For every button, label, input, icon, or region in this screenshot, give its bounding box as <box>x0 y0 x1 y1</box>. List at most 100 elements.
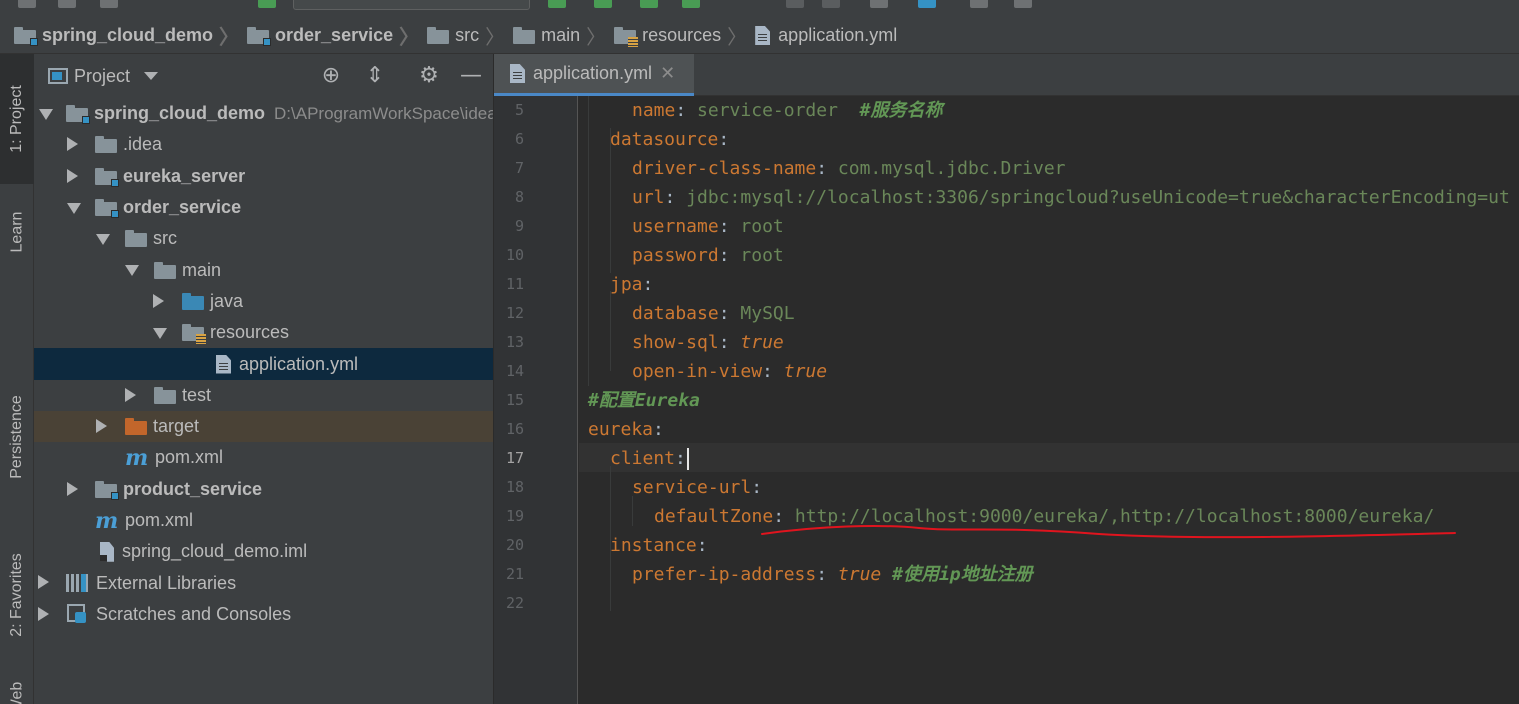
locate-icon[interactable]: ⊕ <box>320 65 342 87</box>
expand-arrow-icon[interactable] <box>96 418 107 433</box>
folder-icon <box>427 27 450 44</box>
code-line-16: eureka: <box>588 419 664 440</box>
line-number: 11 <box>505 275 524 293</box>
tree-item-scratches[interactable]: Scratches and Consoles <box>34 599 493 630</box>
tree-item-java[interactable]: java <box>34 286 493 317</box>
coverage-icon[interactable] <box>640 0 658 8</box>
main-toolbar <box>0 0 1519 18</box>
expand-arrow-icon[interactable] <box>67 202 81 214</box>
expand-arrow-icon[interactable] <box>67 168 78 183</box>
build-icon[interactable] <box>258 0 276 8</box>
expand-arrow-icon[interactable] <box>67 481 78 496</box>
tree-item-test[interactable]: test <box>34 380 493 411</box>
project-panel: Project ⊕ ⇕ ⚙ — spring_cloud_demo D:\APr… <box>34 54 494 704</box>
menu-icon[interactable] <box>18 0 36 8</box>
tree-item-pom-xml[interactable]: m pom.xml <box>34 442 493 473</box>
tab-application-yml[interactable]: application.yml ✕ <box>494 54 694 96</box>
run-icon[interactable] <box>548 0 566 8</box>
module-folder-icon <box>95 199 119 219</box>
line-number: 15 <box>505 391 524 409</box>
line-number-gutter: 5 6 7 8 9 10 11 12 13 14 15 16 17 18 19 … <box>494 96 578 704</box>
tree-item-root-pom-xml[interactable]: m pom.xml <box>34 505 493 536</box>
tree-item-main[interactable]: main <box>34 254 493 285</box>
folder-icon <box>95 136 117 154</box>
tree-item-idea[interactable]: .idea <box>34 129 493 160</box>
tree-item-product-service[interactable]: product_service <box>34 474 493 505</box>
code-line-10: password: root <box>632 245 784 266</box>
current-line-number: 17 <box>505 449 524 467</box>
line-number: 9 <box>514 217 524 235</box>
refresh-icon[interactable] <box>100 0 118 8</box>
tool-window-stripe: 1: Project Learn Persistence 2: Favorite… <box>0 54 34 704</box>
expand-arrow-icon[interactable] <box>38 606 49 621</box>
breadcrumb: spring_cloud_demo 〉 order_service 〉 src 〉 m… <box>0 18 1519 54</box>
expand-arrow-icon[interactable] <box>39 109 53 120</box>
expand-arrow-icon[interactable] <box>125 265 139 277</box>
breadcrumb-item-application-yml[interactable]: application.yml <box>755 18 897 54</box>
chevron-down-icon[interactable] <box>144 72 159 80</box>
search-icon[interactable] <box>1014 0 1032 8</box>
code-editor[interactable]: name: service-order #服务名称 datasource: dr… <box>579 96 1519 704</box>
expand-arrow-icon[interactable] <box>153 293 164 308</box>
breadcrumb-item-main[interactable]: main 〉 <box>513 18 614 54</box>
tree-item-resources[interactable]: resources <box>34 317 493 348</box>
project-panel-title[interactable]: Project <box>74 66 130 87</box>
collapse-all-icon[interactable]: ⇕ <box>364 65 386 87</box>
tree-item-application-yml[interactable]: application.yml <box>34 348 493 380</box>
project-view-icon <box>48 68 68 84</box>
line-number: 6 <box>514 130 524 148</box>
line-number: 19 <box>505 507 524 525</box>
breadcrumb-item-src[interactable]: src 〉 <box>427 18 513 54</box>
expand-arrow-icon[interactable] <box>125 387 136 402</box>
line-number: 7 <box>514 159 524 177</box>
tree-item-iml[interactable]: spring_cloud_demo.iml <box>34 536 493 567</box>
line-number: 10 <box>505 246 524 264</box>
tab-persistence[interactable]: Persistence <box>0 372 34 502</box>
expand-arrow-icon[interactable] <box>67 137 78 152</box>
project-structure-icon[interactable] <box>918 0 936 8</box>
text-caret <box>686 448 689 470</box>
hide-icon[interactable]: — <box>460 65 482 87</box>
resources-folder-icon <box>614 27 639 47</box>
tab-learn[interactable]: Learn <box>0 190 34 274</box>
tree-item-src[interactable]: src <box>34 223 493 254</box>
tree-item-eureka-server[interactable]: eureka_server <box>34 161 493 192</box>
code-line-7: driver-class-name: com.mysql.jdbc.Driver <box>632 158 1066 179</box>
expand-arrow-icon[interactable] <box>153 328 167 340</box>
breadcrumb-item-spring-cloud-demo[interactable]: spring_cloud_demo 〉 <box>14 18 247 54</box>
gear-icon[interactable]: ⚙ <box>418 65 440 87</box>
project-panel-header: Project ⊕ ⇕ ⚙ — <box>34 54 493 98</box>
profile-icon[interactable] <box>682 0 700 8</box>
tree-item-order-service[interactable]: order_service <box>34 192 493 223</box>
window-icon[interactable] <box>970 0 988 8</box>
breadcrumb-item-resources[interactable]: resources 〉 <box>614 18 755 54</box>
expand-arrow-icon[interactable] <box>96 234 110 246</box>
code-line-20: instance: <box>610 535 708 556</box>
tree-item-spring-cloud-demo[interactable]: spring_cloud_demo D:\AProgramWorkSpace\i… <box>34 98 493 129</box>
line-number: 14 <box>505 362 524 380</box>
tab-web[interactable]: Web <box>0 678 34 704</box>
update-icon[interactable] <box>870 0 888 8</box>
structure-icon[interactable] <box>58 0 76 8</box>
code-line-12: database: MySQL <box>632 303 795 324</box>
tab-project[interactable]: 1: Project <box>0 54 34 184</box>
vcs-icon[interactable] <box>822 0 840 8</box>
expand-arrow-icon[interactable] <box>38 575 49 590</box>
tab-favorites[interactable]: 2: Favorites <box>0 530 34 660</box>
tree-item-external-libraries[interactable]: External Libraries <box>34 567 493 598</box>
module-folder-icon <box>14 27 38 46</box>
debug-icon[interactable] <box>594 0 612 8</box>
stop-icon[interactable] <box>786 0 804 8</box>
folder-icon <box>513 27 536 44</box>
breadcrumb-item-order-service[interactable]: order_service 〉 <box>247 18 427 54</box>
module-folder-icon <box>95 167 119 187</box>
run-configuration-select[interactable] <box>293 0 530 10</box>
code-line-11: jpa: <box>610 274 654 295</box>
yaml-file-icon <box>755 26 771 45</box>
line-number: 18 <box>505 478 524 496</box>
line-number: 22 <box>505 594 524 612</box>
code-line-19: defaultZone: http://localhost:9000/eurek… <box>654 506 1435 527</box>
tree-item-target[interactable]: target <box>34 410 493 443</box>
code-line-13: show-sql: true <box>632 332 784 353</box>
close-icon[interactable]: ✕ <box>660 63 675 84</box>
